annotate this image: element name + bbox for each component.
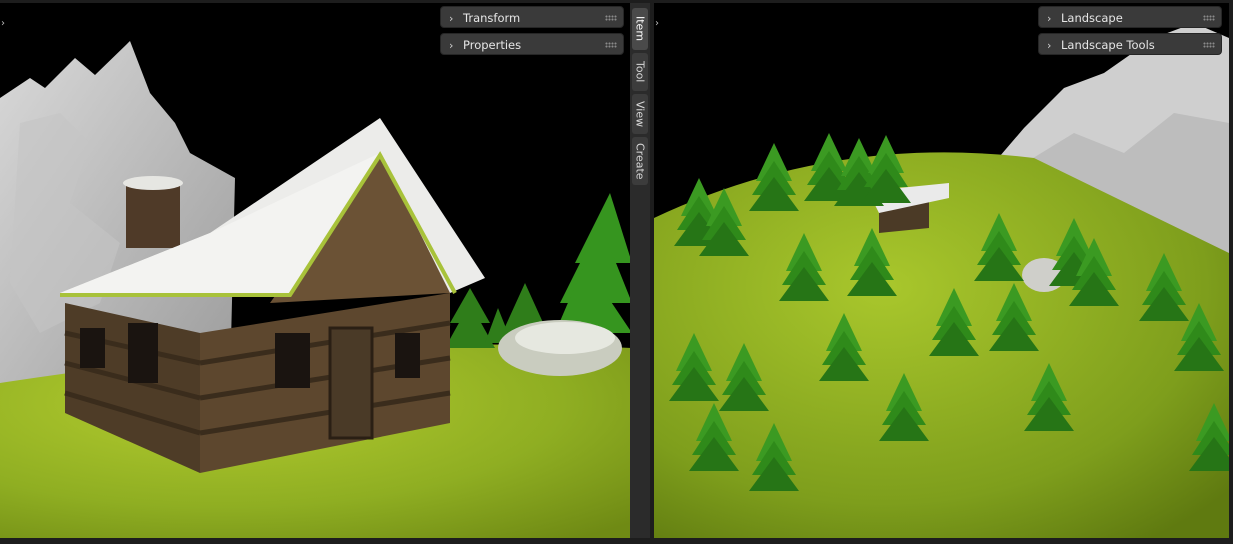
sidebar-tabs: Item Tool View Create bbox=[630, 3, 650, 538]
right-3d-viewport[interactable]: › Landscape › Landscape Tools › bbox=[654, 3, 1229, 538]
chevron-right-icon: › bbox=[449, 39, 454, 52]
chevron-right-icon: › bbox=[1047, 39, 1052, 52]
cabin-window bbox=[275, 333, 310, 388]
cabin-window bbox=[80, 328, 105, 368]
tab-tool[interactable]: Tool bbox=[632, 53, 648, 91]
tab-create[interactable]: Create bbox=[632, 137, 648, 185]
tab-item[interactable]: Item bbox=[632, 8, 648, 50]
toolbar-toggle-icon[interactable]: › bbox=[1, 19, 5, 29]
properties-panel-header[interactable]: › Properties bbox=[440, 33, 624, 55]
cabin-window bbox=[128, 323, 158, 383]
drag-grip-icon[interactable] bbox=[605, 42, 617, 48]
panel-label: Landscape bbox=[1061, 11, 1123, 25]
chevron-right-icon: › bbox=[449, 12, 454, 25]
panel-label: Landscape Tools bbox=[1061, 38, 1155, 52]
drag-grip-icon[interactable] bbox=[605, 15, 617, 21]
drag-grip-icon[interactable] bbox=[1203, 15, 1215, 21]
left-render-scene bbox=[0, 3, 632, 538]
cabin-window bbox=[395, 333, 420, 378]
panel-label: Properties bbox=[463, 38, 522, 52]
chevron-right-icon: › bbox=[1047, 12, 1052, 25]
chimney bbox=[126, 183, 180, 248]
toolbar-toggle-icon[interactable]: › bbox=[655, 19, 659, 29]
left-3d-viewport[interactable]: › Transform › Properties › bbox=[0, 3, 632, 538]
tab-view[interactable]: View bbox=[632, 94, 648, 134]
right-render-scene bbox=[654, 3, 1229, 538]
drag-grip-icon[interactable] bbox=[1203, 42, 1215, 48]
landscape-tools-panel-header[interactable]: › Landscape Tools bbox=[1038, 33, 1222, 55]
transform-panel-header[interactable]: › Transform bbox=[440, 6, 624, 28]
cabin-door bbox=[328, 326, 374, 440]
landscape-panel-header[interactable]: › Landscape bbox=[1038, 6, 1222, 28]
panel-label: Transform bbox=[463, 11, 521, 25]
